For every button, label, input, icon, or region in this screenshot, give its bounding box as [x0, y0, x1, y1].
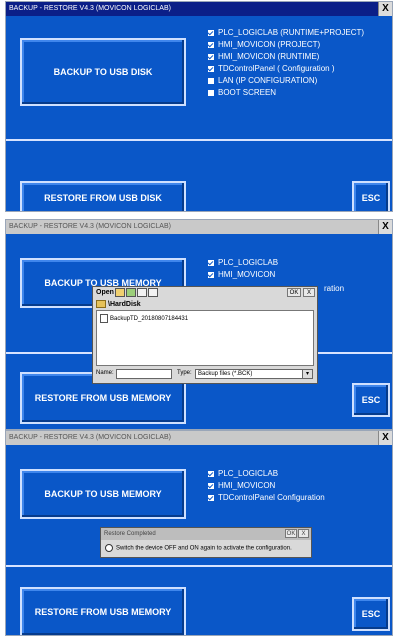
checkbox-icon[interactable] — [208, 90, 214, 96]
window-title: BACKUP - RESTORE V4.3 (MOVICON LOGICLAB) — [9, 223, 171, 230]
option-label: BOOT SCREEN — [218, 88, 277, 97]
esc-button-label: ESC — [361, 609, 381, 619]
checkbox-icon[interactable] — [208, 66, 214, 72]
dialog-message: Switch the device OFF and ON again to ac… — [116, 545, 292, 552]
toolbar-icons — [115, 288, 159, 297]
checkbox-icon[interactable] — [208, 495, 214, 501]
dialog-toolbar: Open OK X — [93, 287, 317, 299]
dialog-close-button[interactable]: X — [298, 529, 309, 538]
option-label: PLC_LOGICLAB — [218, 469, 279, 478]
backup-options-list: PLC_LOGICLAB (RUNTIME+PROJECT) HMI_MOVIC… — [208, 27, 364, 99]
name-input[interactable] — [116, 369, 172, 379]
dialog-ok-button[interactable]: OK — [285, 529, 297, 538]
option-label: HMI_MOVICON (PROJECT) — [218, 40, 321, 49]
esc-button[interactable]: ESC — [352, 181, 390, 211]
option-tdcontrolpanel[interactable]: TDControlPanel ( Configuration ) — [208, 63, 364, 75]
file-name: BackupTD_20180807184431 — [110, 316, 189, 323]
option-label: LAN (IP CONFIGURATION) — [218, 76, 318, 85]
option-label: HMI_MOVICON — [218, 481, 276, 490]
checkbox-icon[interactable] — [208, 272, 214, 278]
checkbox-icon[interactable] — [208, 54, 214, 60]
backup-button-label: BACKUP TO USB DISK — [53, 67, 153, 77]
window-titlebar: BACKUP - RESTORE V4.3 (MOVICON LOGICLAB)… — [6, 2, 392, 16]
partial-option-text: ration — [324, 284, 345, 293]
option-lan-ip[interactable]: LAN (IP CONFIGURATION) — [208, 75, 364, 87]
esc-button[interactable]: ESC — [352, 383, 390, 417]
file-list[interactable]: BackupTD_20180807184431 — [96, 310, 314, 366]
restore-button-label: RESTORE FROM USB MEMORY — [34, 393, 172, 403]
backup-button-label: BACKUP TO USB MEMORY — [44, 489, 162, 499]
option-plc-logiclab[interactable]: PLC_LOGICLAB — [208, 257, 278, 269]
file-item[interactable]: BackupTD_20180807184431 — [100, 314, 188, 323]
name-row: Name: — [96, 370, 114, 376]
option-label: HMI_MOVICON — [218, 270, 276, 279]
info-icon — [105, 544, 113, 552]
option-label: PLC_LOGICLAB — [218, 258, 279, 267]
list-view-icon[interactable] — [137, 288, 147, 297]
backup-options-list: PLC_LOGICLAB HMI_MOVICON TDControlPanel … — [208, 468, 325, 504]
dialog-title: Open — [96, 289, 114, 296]
option-label: HMI_MOVICON (RUNTIME) — [218, 52, 320, 61]
option-tdcontrolpanel[interactable]: TDControlPanel Configuration — [208, 492, 325, 504]
type-select[interactable]: Backup files (*.BCK) ▾ — [195, 369, 313, 379]
type-select-value: Backup files (*.BCK) — [198, 371, 253, 377]
divider — [6, 139, 392, 141]
backup-to-usb-button[interactable]: BACKUP TO USB MEMORY — [20, 469, 186, 519]
divider — [6, 565, 392, 567]
backup-restore-window-3: BACKUP - RESTORE V4.3 (MOVICON LOGICLAB)… — [5, 430, 393, 636]
dialog-ok-button[interactable]: OK — [287, 288, 301, 297]
window-title: BACKUP - RESTORE V4.3 (MOVICON LOGICLAB) — [9, 5, 171, 12]
checkbox-icon[interactable] — [208, 30, 214, 36]
restore-from-usb-button[interactable]: RESTORE FROM USB MEMORY — [20, 587, 186, 635]
restore-from-usb-button[interactable]: RESTORE FROM USB DISK — [20, 181, 186, 211]
backup-options-list: PLC_LOGICLAB HMI_MOVICON — [208, 257, 278, 281]
option-hmi-movicon[interactable]: HMI_MOVICON — [208, 269, 278, 281]
backup-to-usb-button[interactable]: BACKUP TO USB DISK — [20, 38, 186, 106]
option-label: PLC_LOGICLAB (RUNTIME+PROJECT) — [218, 28, 365, 37]
file-icon — [100, 314, 108, 323]
checkbox-icon[interactable] — [208, 471, 214, 477]
folder-up-icon[interactable] — [115, 288, 125, 297]
restore-button-label: RESTORE FROM USB MEMORY — [34, 607, 172, 617]
window-title: BACKUP - RESTORE V4.3 (MOVICON LOGICLAB) — [9, 434, 171, 441]
type-label: Type: — [177, 370, 192, 376]
folder-path: \HardDisk — [96, 300, 141, 308]
close-button[interactable]: X — [378, 2, 392, 16]
esc-button[interactable]: ESC — [352, 597, 390, 631]
restore-completed-dialog: Restore Completed OK X Switch the device… — [100, 527, 312, 558]
checkbox-icon[interactable] — [208, 483, 214, 489]
option-plc-logiclab[interactable]: PLC_LOGICLAB (RUNTIME+PROJECT) — [208, 27, 364, 39]
backup-restore-window-2: BACKUP - RESTORE V4.3 (MOVICON LOGICLAB)… — [5, 219, 393, 430]
chevron-down-icon[interactable]: ▾ — [302, 370, 312, 378]
checkbox-icon[interactable] — [208, 260, 214, 266]
option-label: TDControlPanel Configuration — [218, 493, 325, 502]
new-folder-icon[interactable] — [126, 288, 136, 297]
checkbox-icon[interactable] — [208, 42, 214, 48]
folder-icon — [96, 300, 106, 308]
backup-restore-window-1: BACKUP - RESTORE V4.3 (MOVICON LOGICLAB)… — [5, 1, 393, 212]
restore-button-label: RESTORE FROM USB DISK — [44, 193, 162, 203]
dialog-close-button[interactable]: X — [303, 288, 315, 297]
option-label: TDControlPanel ( Configuration ) — [218, 64, 335, 73]
name-label: Name: — [96, 370, 114, 376]
dialog-message-row: Switch the device OFF and ON again to ac… — [105, 544, 292, 552]
close-button[interactable]: X — [378, 431, 392, 445]
option-hmi-movicon[interactable]: HMI_MOVICON — [208, 480, 325, 492]
dialog-title: Restore Completed — [104, 531, 156, 537]
folder-path-label: \HardDisk — [108, 300, 141, 308]
open-file-dialog: Open OK X \HardDisk BackupTD_20180807184… — [92, 286, 318, 384]
option-boot-screen[interactable]: BOOT SCREEN — [208, 87, 364, 99]
close-button[interactable]: X — [378, 220, 392, 234]
option-hmi-movicon-runtime[interactable]: HMI_MOVICON (RUNTIME) — [208, 51, 364, 63]
option-plc-logiclab[interactable]: PLC_LOGICLAB — [208, 468, 325, 480]
dialog-titlebar: Restore Completed OK X — [101, 528, 311, 540]
esc-button-label: ESC — [361, 395, 381, 405]
esc-button-label: ESC — [361, 193, 381, 203]
window-titlebar: BACKUP - RESTORE V4.3 (MOVICON LOGICLAB)… — [6, 220, 392, 234]
window-titlebar: BACKUP - RESTORE V4.3 (MOVICON LOGICLAB)… — [6, 431, 392, 445]
details-view-icon[interactable] — [148, 288, 158, 297]
option-hmi-movicon-project[interactable]: HMI_MOVICON (PROJECT) — [208, 39, 364, 51]
checkbox-icon[interactable] — [208, 78, 214, 84]
